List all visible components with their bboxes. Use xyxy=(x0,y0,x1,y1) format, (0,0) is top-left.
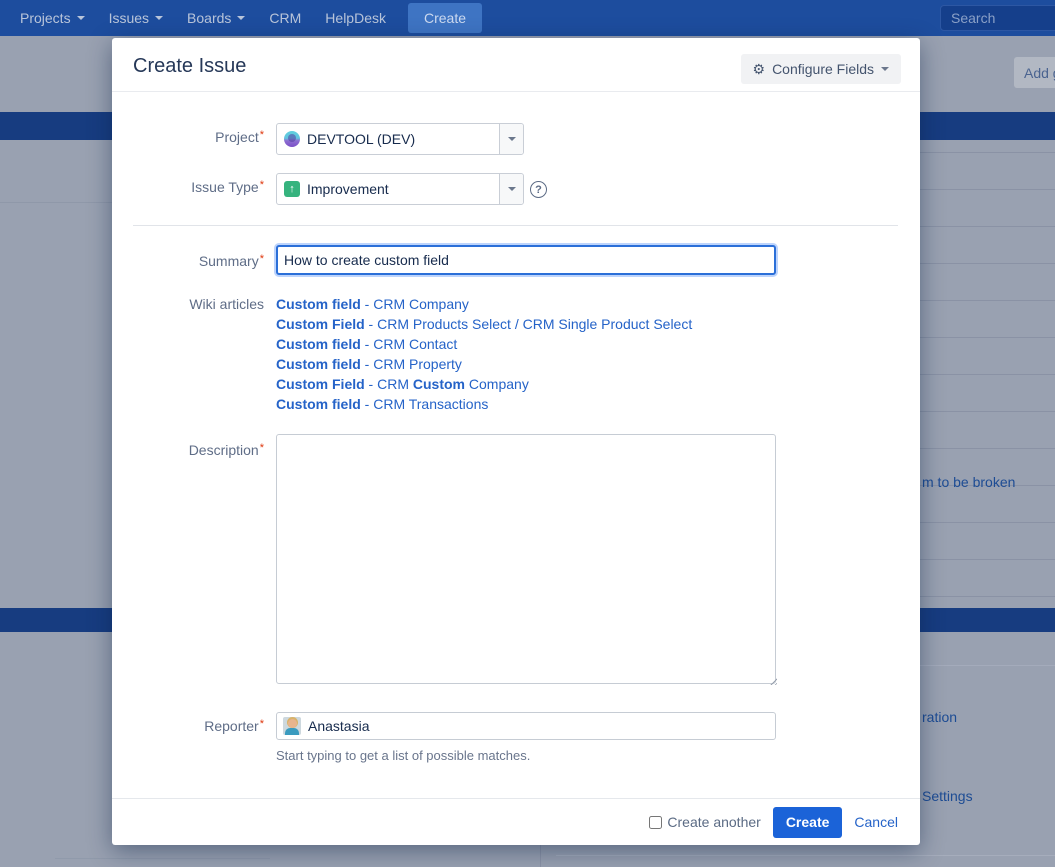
wiki-article-link[interactable]: Custom field - CRM Contact xyxy=(276,334,692,354)
wiki-article-link[interactable]: Custom Field - CRM Products Select / CRM… xyxy=(276,314,692,334)
summary-field-label: Summary* xyxy=(112,253,264,269)
description-textarea[interactable] xyxy=(276,434,776,684)
summary-input[interactable] xyxy=(276,245,776,275)
reporter-avatar xyxy=(283,717,301,735)
project-avatar-icon xyxy=(284,131,300,147)
project-select[interactable]: DEVTOOL (DEV) xyxy=(276,123,524,155)
chevron-down-icon xyxy=(508,137,516,141)
issue-type-select[interactable]: ↑ Improvement xyxy=(276,173,524,205)
wiki-articles-label: Wiki articles xyxy=(112,296,264,312)
required-asterisk: * xyxy=(260,718,264,730)
project-select-dropdown-button[interactable] xyxy=(499,124,523,154)
create-another-option: Create another xyxy=(649,814,760,830)
wiki-article-link[interactable]: Custom field - CRM Transactions xyxy=(276,394,692,414)
issue-type-select-dropdown-button[interactable] xyxy=(499,174,523,204)
configure-fields-button[interactable]: ⚙ Configure Fields xyxy=(741,54,902,84)
configure-fields-label: Configure Fields xyxy=(772,61,874,77)
description-field-label: Description* xyxy=(112,442,264,458)
required-asterisk: * xyxy=(260,442,264,454)
dialog-title: Create Issue xyxy=(133,55,246,78)
gear-icon: ⚙ xyxy=(753,62,766,76)
reporter-input[interactable]: Anastasia xyxy=(276,712,776,740)
cancel-link[interactable]: Cancel xyxy=(854,814,898,830)
wiki-article-link[interactable]: Custom field - CRM Company xyxy=(276,294,692,314)
dialog-footer: Create another Create Cancel xyxy=(112,798,920,845)
create-issue-dialog: Create Issue ⚙ Configure Fields Project*… xyxy=(112,38,920,845)
chevron-down-icon xyxy=(881,67,889,71)
reporter-help-text: Start typing to get a list of possible m… xyxy=(276,748,530,763)
wiki-article-link[interactable]: Custom Field - CRM Custom Company xyxy=(276,374,692,394)
create-another-label: Create another xyxy=(667,814,760,830)
required-asterisk: * xyxy=(260,129,264,141)
reporter-value: Anastasia xyxy=(308,718,369,734)
dialog-header: Create Issue ⚙ Configure Fields xyxy=(112,38,920,92)
project-select-value: DEVTOOL (DEV) xyxy=(307,131,415,147)
required-asterisk: * xyxy=(260,179,264,191)
chevron-down-icon xyxy=(508,187,516,191)
project-field-label: Project* xyxy=(112,129,264,145)
required-asterisk: * xyxy=(260,253,264,265)
reporter-field-label: Reporter* xyxy=(112,718,264,734)
issue-type-help-icon[interactable]: ? xyxy=(530,181,547,198)
improvement-arrow-up-icon: ↑ xyxy=(284,181,300,197)
issue-type-field-label: Issue Type* xyxy=(112,179,264,195)
create-button[interactable]: Create xyxy=(773,807,843,838)
form-section-divider xyxy=(133,225,898,226)
wiki-articles-list: Custom field - CRM CompanyCustom Field -… xyxy=(276,294,692,414)
create-another-checkbox[interactable] xyxy=(649,816,662,829)
wiki-article-link[interactable]: Custom field - CRM Property xyxy=(276,354,692,374)
issue-type-select-value: Improvement xyxy=(307,181,389,197)
